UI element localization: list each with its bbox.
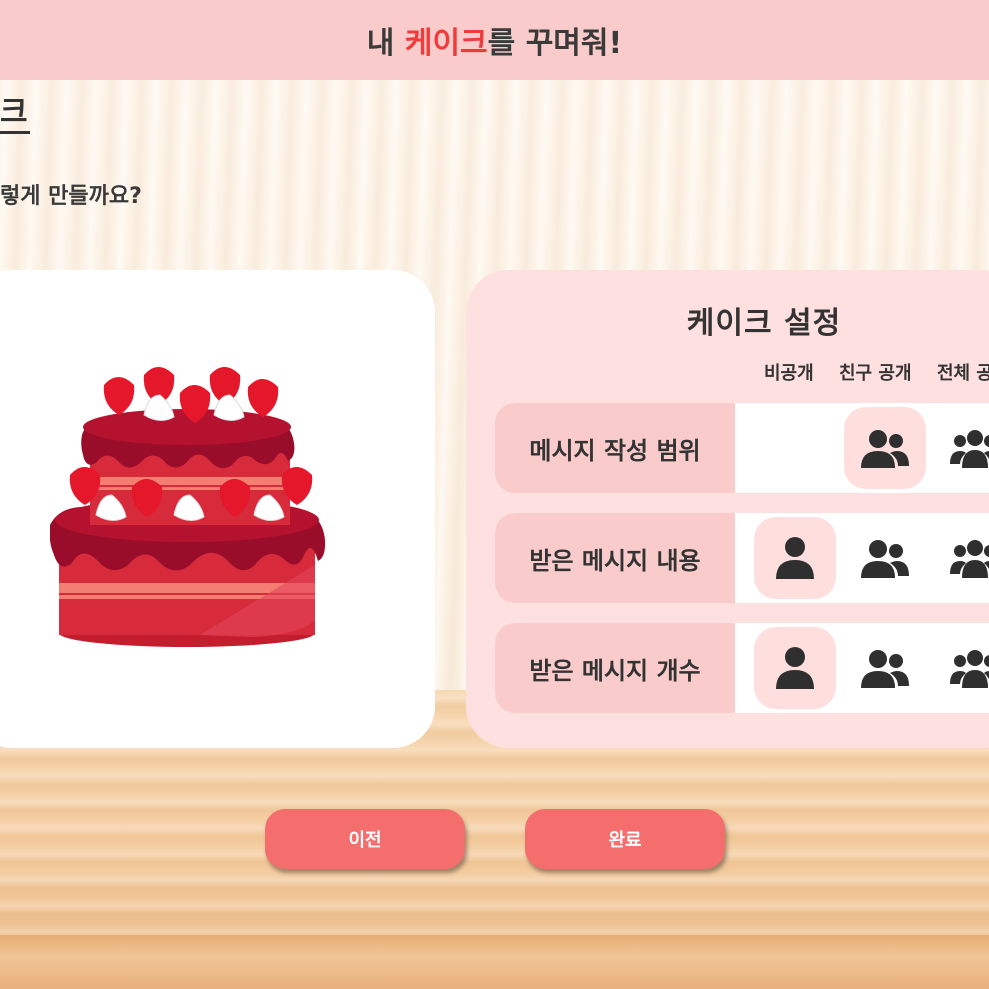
header-title-prefix: 내 — [366, 26, 405, 61]
cake-image — [50, 367, 326, 647]
option-public[interactable] — [934, 407, 989, 489]
prev-button[interactable]: 이전 — [265, 809, 465, 869]
option-public[interactable] — [934, 517, 989, 599]
row-label: 받은 메시지 내용 — [495, 513, 735, 603]
settings-row-received-message-count: 받은 메시지 개수 — [495, 623, 989, 713]
settings-row-message-write-scope: 메시지 작성 범위 — [495, 403, 989, 493]
three-users-icon — [950, 650, 989, 688]
option-friends[interactable] — [844, 517, 926, 599]
option-friends[interactable] — [844, 407, 926, 489]
column-header-private: 비공개 — [764, 363, 814, 384]
page-title: 크 — [0, 95, 30, 134]
settings-title: 케이크 설정 — [686, 306, 842, 341]
column-header-public: 전체 공 — [937, 363, 989, 384]
option-private[interactable] — [754, 627, 836, 709]
row-label: 받은 메시지 개수 — [495, 623, 735, 713]
single-user-icon — [776, 647, 814, 689]
row-label: 메시지 작성 범위 — [495, 403, 735, 493]
single-user-icon — [776, 537, 814, 579]
app-header: 내 케이크 를 꾸며줘! — [0, 0, 989, 80]
two-users-icon — [861, 430, 909, 468]
settings-row-received-message-content: 받은 메시지 내용 — [495, 513, 989, 603]
option-private[interactable] — [754, 517, 836, 599]
page-subtitle: 렇게 만들까요? — [0, 184, 142, 209]
header-title-accent: 케이크 — [404, 26, 488, 61]
header-title-suffix: 를 꾸며줘! — [487, 26, 623, 61]
two-users-icon — [861, 650, 909, 688]
table-edge — [0, 935, 989, 989]
done-button[interactable]: 완료 — [525, 809, 725, 869]
two-users-icon — [861, 540, 909, 578]
option-friends[interactable] — [844, 627, 926, 709]
column-header-friends: 친구 공개 — [839, 363, 912, 384]
option-public[interactable] — [934, 627, 989, 709]
three-users-icon — [950, 430, 989, 468]
three-users-icon — [950, 540, 989, 578]
